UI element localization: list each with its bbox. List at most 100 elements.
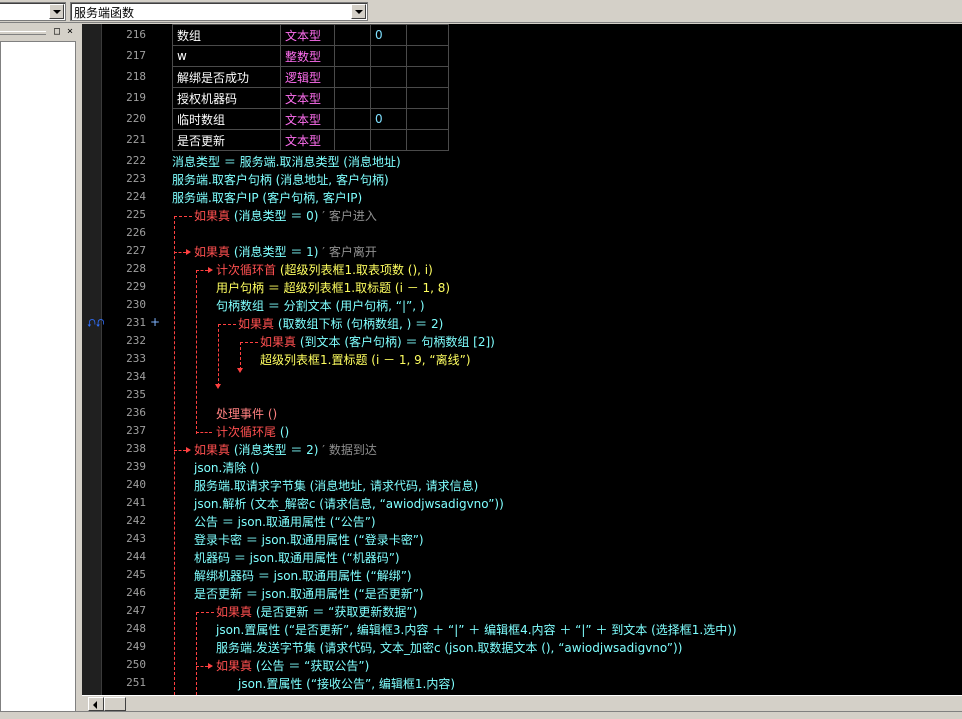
variable-static[interactable] bbox=[334, 45, 371, 67]
variable-static[interactable] bbox=[334, 87, 371, 109]
variable-static[interactable] bbox=[334, 129, 371, 151]
panel-list[interactable] bbox=[0, 41, 76, 713]
code-line[interactable]: 如果真 (是否更新 ＝ “获取更新数据”) bbox=[216, 603, 417, 620]
scroll-left-icon[interactable] bbox=[88, 697, 104, 711]
flow-guide bbox=[196, 612, 214, 613]
variable-array[interactable]: 0 bbox=[370, 108, 407, 130]
line-number: 243 bbox=[126, 532, 146, 545]
scroll-thumb[interactable] bbox=[104, 697, 126, 711]
table-row[interactable]: 临时数组 文本型 0 bbox=[172, 108, 449, 130]
code-line[interactable]: 解绑机器码 ＝ json.取通用属性 (“解绑”) bbox=[194, 567, 412, 584]
variable-static[interactable] bbox=[334, 24, 371, 46]
code-line[interactable]: 计次循环首 (超级列表框1.取表项数 (), i) bbox=[216, 261, 433, 278]
line-number: 242 bbox=[126, 514, 146, 527]
toolbar: 服务端函数 bbox=[0, 0, 962, 23]
variable-name[interactable]: w bbox=[172, 45, 281, 67]
code-line[interactable]: 机器码 ＝ json.取通用属性 (“机器码”) bbox=[194, 549, 400, 566]
variable-static[interactable] bbox=[334, 66, 371, 88]
code-line[interactable]: 是否更新 ＝ json.取通用属性 (“是否更新”) bbox=[194, 585, 424, 602]
code-line[interactable]: 用户句柄 ＝ 超级列表框1.取标题 (i － 1, 8) bbox=[216, 279, 450, 296]
table-row[interactable]: 解绑是否成功 逻辑型 bbox=[172, 66, 449, 88]
variable-name[interactable]: 解绑是否成功 bbox=[172, 66, 281, 88]
flow-guide bbox=[174, 216, 192, 217]
table-row[interactable]: w 整数型 bbox=[172, 45, 449, 67]
horizontal-scrollbar[interactable] bbox=[82, 695, 962, 711]
code-line[interactable]: 如果真 (消息类型 ＝ 1) ′ 客户离开 bbox=[194, 243, 377, 260]
variable-remark[interactable] bbox=[406, 108, 449, 130]
code-line[interactable]: 消息类型 ＝ 服务端.取消息类型 (消息地址) bbox=[172, 153, 401, 170]
variable-remark[interactable] bbox=[406, 45, 449, 67]
flow-guide bbox=[174, 450, 186, 451]
code-line[interactable]: json.解析 (文本_解密c (请求信息, “awiodjwsadigvno”… bbox=[194, 495, 504, 512]
code-line[interactable]: json.置属性 (“是否更新”, 编辑框3.内容 ＋ “|” ＋ 编辑框4.内… bbox=[216, 621, 737, 638]
line-number: 223 bbox=[126, 172, 146, 185]
code-line[interactable]: 服务端.取客户句柄 (消息地址, 客户句柄) bbox=[172, 171, 389, 188]
function-selector-combo[interactable]: 服务端函数 bbox=[70, 2, 368, 21]
code-line[interactable]: 如果真 (消息类型 ＝ 2) ′ 数据到达 bbox=[194, 441, 377, 458]
flow-guide bbox=[240, 342, 241, 370]
table-row[interactable]: 是否更新 文本型 bbox=[172, 129, 449, 151]
variable-static[interactable] bbox=[334, 108, 371, 130]
function-selector-value: 服务端函数 bbox=[74, 6, 135, 20]
code-line[interactable]: json.置属性 (“接收公告”, 编辑框1.内容) bbox=[238, 675, 455, 692]
line-number: 240 bbox=[126, 478, 146, 491]
variable-name[interactable]: 是否更新 bbox=[172, 129, 281, 151]
code-line[interactable]: 计次循环尾 () bbox=[216, 423, 289, 440]
variable-array[interactable] bbox=[370, 129, 407, 151]
object-selector-combo[interactable] bbox=[0, 2, 66, 21]
code-line[interactable]: 处理事件 () bbox=[216, 405, 277, 422]
code-line[interactable]: 如果真 (公告 ＝ “获取公告”) bbox=[216, 657, 369, 674]
breakpoint-gutter[interactable]: ⮏⮏ bbox=[82, 24, 105, 695]
code-area[interactable]: 216 217 218 219 220 221 数组 文本型 0 w 整数型 解… bbox=[102, 24, 962, 695]
code-line[interactable]: 服务端.发送字节集 (请求代码, 文本_加密c (json.取数据文本 (), … bbox=[216, 639, 682, 656]
chevron-down-icon[interactable] bbox=[49, 4, 64, 19]
code-line[interactable]: 服务端.取客户IP (客户句柄, 客户IP) bbox=[172, 189, 362, 206]
flow-guide bbox=[174, 252, 186, 253]
variable-type[interactable]: 整数型 bbox=[280, 45, 335, 67]
code-editor[interactable]: ⮏⮏ 216 217 218 219 220 221 数组 文本型 0 w 整数… bbox=[82, 24, 962, 695]
restore-icon[interactable]: □ bbox=[51, 26, 63, 38]
close-icon[interactable]: × bbox=[64, 26, 76, 38]
code-line[interactable]: json.清除 () bbox=[194, 459, 260, 476]
variable-remark[interactable] bbox=[406, 87, 449, 109]
expand-plus-icon[interactable]: + bbox=[150, 315, 160, 329]
chevron-down-icon[interactable] bbox=[351, 4, 366, 19]
code-line[interactable]: 超级列表框1.置标题 (i － 1, 9, “离线”) bbox=[260, 351, 471, 368]
variable-type[interactable]: 文本型 bbox=[280, 129, 335, 151]
code-line[interactable]: 登录卡密 ＝ json.取通用属性 (“登录卡密”) bbox=[194, 531, 424, 548]
code-line[interactable]: 如果真 (取数组下标 (句柄数组, ) ＝ 2) bbox=[238, 315, 443, 332]
flow-guide bbox=[196, 270, 208, 271]
code-line[interactable]: 句柄数组 ＝ 分割文本 (用户句柄, “|”, ) bbox=[216, 297, 425, 314]
variable-name[interactable]: 数组 bbox=[172, 24, 281, 46]
table-row[interactable]: 授权机器码 文本型 bbox=[172, 87, 449, 109]
variable-type[interactable]: 文本型 bbox=[280, 24, 335, 46]
local-variable-table[interactable]: 数组 文本型 0 w 整数型 解绑是否成功 逻辑型 授权机器码 文本型 临时数组… bbox=[172, 24, 449, 151]
variable-name[interactable]: 临时数组 bbox=[172, 108, 281, 130]
code-line[interactable]: 如果真 (到文本 (客户句柄) ＝ 句柄数组 [2]) bbox=[260, 333, 495, 350]
variable-name[interactable]: 授权机器码 bbox=[172, 87, 281, 109]
flow-guide bbox=[196, 612, 197, 695]
variable-type[interactable]: 文本型 bbox=[280, 87, 335, 109]
variable-array[interactable]: 0 bbox=[370, 24, 407, 46]
line-number: 249 bbox=[126, 640, 146, 653]
variable-remark[interactable] bbox=[406, 66, 449, 88]
variable-remark[interactable] bbox=[406, 24, 449, 46]
variable-remark[interactable] bbox=[406, 129, 449, 151]
line-number: 251 bbox=[126, 676, 146, 689]
flow-arrow bbox=[186, 447, 191, 453]
table-row[interactable]: 数组 文本型 0 bbox=[172, 24, 449, 46]
code-line[interactable]: 服务端.取请求字节集 (消息地址, 请求代码, 请求信息) bbox=[194, 477, 478, 494]
line-number: 238 bbox=[126, 442, 146, 455]
code-line[interactable]: 公告 ＝ json.取通用属性 (“公告”) bbox=[194, 513, 376, 530]
flow-guide bbox=[174, 216, 175, 695]
line-number: 222 bbox=[126, 154, 146, 167]
line-number: 241 bbox=[126, 496, 146, 509]
variable-array[interactable] bbox=[370, 87, 407, 109]
code-line[interactable]: 如果真 (消息类型 ＝ 0) ′ 客户进入 bbox=[194, 207, 377, 224]
variable-array[interactable] bbox=[370, 66, 407, 88]
variable-type[interactable]: 文本型 bbox=[280, 108, 335, 130]
line-number: 229 bbox=[126, 280, 146, 293]
panel-grip[interactable] bbox=[0, 31, 46, 35]
variable-type[interactable]: 逻辑型 bbox=[280, 66, 335, 88]
variable-array[interactable] bbox=[370, 45, 407, 67]
